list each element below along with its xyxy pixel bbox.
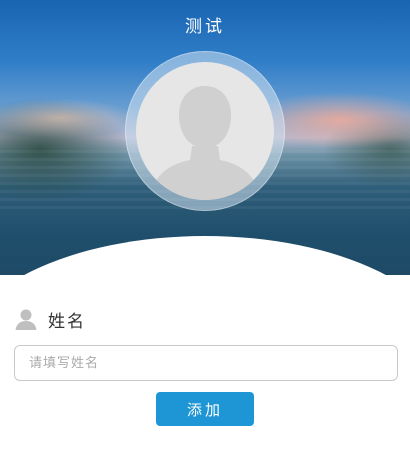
person-icon xyxy=(15,309,37,330)
default-user-avatar-icon xyxy=(148,86,262,200)
header-curve xyxy=(0,236,410,275)
add-button[interactable]: 添加 xyxy=(156,392,254,426)
page-title: 测试 xyxy=(185,17,225,37)
avatar[interactable] xyxy=(136,62,274,200)
app-screen: 测试 姓名 添加 xyxy=(0,0,410,452)
name-field-label-row: 姓名 xyxy=(14,305,86,333)
name-input[interactable] xyxy=(14,345,398,381)
name-label: 姓名 xyxy=(48,311,86,332)
avatar-ring[interactable] xyxy=(125,51,285,211)
